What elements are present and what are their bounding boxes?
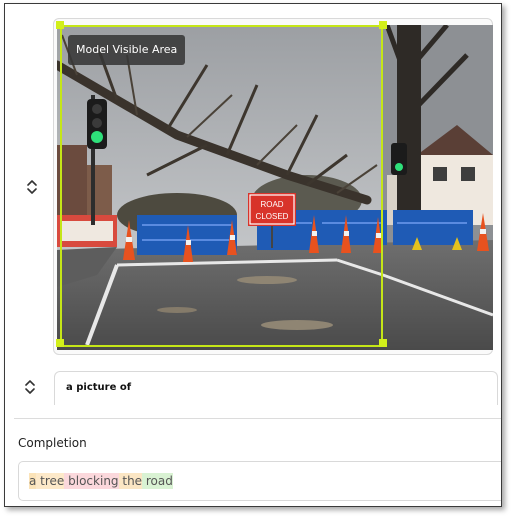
resize-handle-bottom-left[interactable] <box>56 339 64 347</box>
completion-title: Completion <box>18 436 87 450</box>
resize-handle-top-right[interactable] <box>379 21 387 29</box>
app-frame: ROAD CLOSED Model Visible Area a picture… <box>4 3 502 507</box>
resize-handle-top-left[interactable] <box>56 21 64 29</box>
resize-handle-bottom-right[interactable] <box>379 339 387 347</box>
completion-token: blocking <box>64 473 119 489</box>
model-visible-area-overlay[interactable] <box>60 25 383 347</box>
completion-token: road <box>142 473 173 489</box>
completion-token: tree <box>36 473 65 489</box>
prompt-input[interactable]: a picture of <box>54 371 498 405</box>
reorder-prompt-button[interactable] <box>21 376 39 398</box>
model-visible-area-label: Model Visible Area <box>68 35 186 65</box>
completion-output: a tree blocking the road <box>18 461 501 501</box>
completion-token: the <box>118 473 143 489</box>
section-divider <box>14 418 501 419</box>
chevron-up-down-icon <box>25 380 35 394</box>
chevron-up-down-icon <box>27 180 37 194</box>
reorder-image-button[interactable] <box>23 176 41 198</box>
